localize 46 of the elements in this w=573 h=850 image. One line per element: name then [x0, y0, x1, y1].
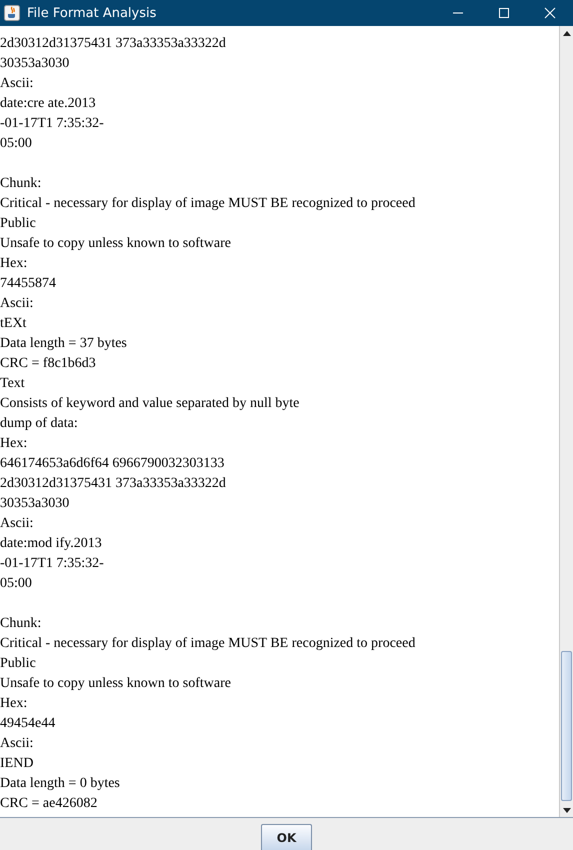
text-line: Critical - necessary for display of image MUST BE recognized to proceed: [0, 635, 416, 653]
text-line: Ascii:: [0, 75, 34, 93]
text-line: Data length = 0 bytes: [0, 775, 121, 793]
text-line: Hex:: [0, 435, 28, 453]
text-line: Text: [0, 375, 26, 393]
text-line: Critical - necessary for display of image MUST BE recognized to proceed: [0, 195, 416, 213]
text-line: Ascii:: [0, 735, 34, 753]
text-line: 74455874: [0, 275, 57, 293]
text-line: Unsafe to copy unless known to software: [0, 235, 232, 253]
text-line: date:cre ate.2013: [0, 95, 97, 113]
text-line: Hex:: [0, 255, 28, 273]
text-line: Ascii:: [0, 295, 34, 313]
text-line: Data length = 37 bytes: [0, 335, 128, 353]
text-line: Public: [0, 215, 37, 233]
text-line: Ascii:: [0, 515, 34, 533]
text-line: 05:00: [0, 575, 33, 593]
text-line: -01-17T1 7:35:32-: [0, 555, 105, 573]
text-line: 05:00: [0, 135, 33, 153]
java-cup-icon: [4, 5, 20, 21]
down-arrow-icon: [562, 808, 570, 812]
window-title: File Format Analysis: [27, 6, 158, 20]
text-line: 646174653a6d6f64 6966790032303133: [0, 455, 226, 473]
text-line: tEXt: [0, 315, 28, 333]
text-line: Hex:: [0, 695, 28, 713]
scroll-thumb[interactable]: [561, 651, 572, 801]
text-line: 30353a3030: [0, 55, 70, 73]
text-line: 30353a3030: [0, 495, 70, 513]
text-line: date:mod ify.2013: [0, 535, 103, 553]
text-line: dump of data:: [0, 415, 79, 433]
text-line: 2d30312d31375431 373a33353a33322d: [0, 35, 227, 53]
scrollbar[interactable]: [559, 26, 573, 817]
maximize-icon: [498, 7, 510, 19]
text-line: CRC = ae426082: [0, 795, 98, 813]
text-line: 49454e44: [0, 715, 56, 733]
text-line: 2d30312d31375431 373a33353a33322d: [0, 475, 227, 493]
text-line: Chunk:: [0, 175, 42, 193]
text-line: -01-17T1 7:35:32-: [0, 115, 105, 133]
text-line: Public: [0, 655, 37, 673]
text-line: Unsafe to copy unless known to software: [0, 675, 232, 693]
ok-button[interactable]: OK: [261, 824, 312, 850]
text-line: IEND: [0, 755, 34, 773]
text-line: CRC = f8c1b6d3: [0, 355, 97, 373]
text-line: Consists of keyword and value separated by null byte: [0, 395, 300, 413]
up-arrow-icon: [562, 30, 570, 36]
close-icon: [544, 7, 556, 19]
text-line: Chunk:: [0, 615, 42, 633]
